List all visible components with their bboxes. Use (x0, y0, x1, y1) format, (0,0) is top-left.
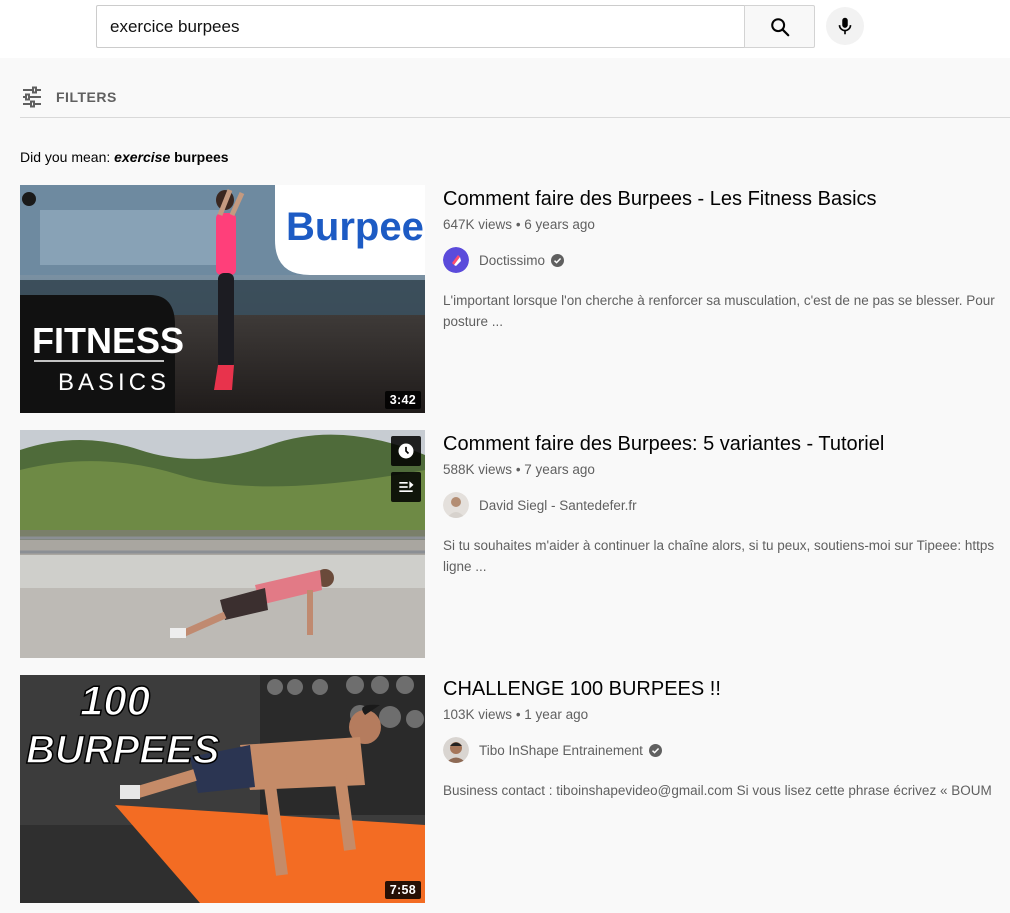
video-meta: Comment faire des Burpees - Les Fitness … (443, 185, 1010, 413)
video-description: Si tu souhaites m'aider à continuer la c… (443, 535, 1010, 577)
upload-age: 6 years ago (524, 217, 595, 232)
channel-name: Doctissimo (479, 252, 546, 268)
masthead (0, 0, 1010, 58)
filters-button[interactable]: FILTERS (20, 84, 117, 110)
filters-divider (20, 117, 1010, 118)
video-meta: Comment faire des Burpees: 5 variantes -… (443, 430, 1010, 658)
description-line: ligne ... (443, 559, 487, 574)
channel-avatar (443, 492, 469, 518)
description-line: Si tu souhaites m'aider à continuer la c… (443, 538, 995, 553)
video-thumbnail[interactable]: 100 BURPEES 7:58 (20, 675, 425, 903)
channel-avatar (443, 737, 469, 763)
search-icon (770, 17, 789, 36)
did-you-mean: Did you mean: exercise burpees (20, 149, 229, 165)
did-you-mean-suggestion[interactable]: exercise burpees (114, 149, 228, 165)
channel-link[interactable]: David Siegl - Santedefer.fr (443, 492, 637, 518)
video-title[interactable]: CHALLENGE 100 BURPEES !! (443, 678, 721, 701)
did-you-mean-prefix: Did you mean: (20, 149, 111, 165)
verified-badge-icon (551, 253, 565, 267)
watch-later-clock-icon (398, 443, 414, 459)
suggestion-rest: burpees (174, 149, 229, 165)
search-button[interactable] (744, 5, 815, 48)
thumb-line1-text: 100 (80, 677, 150, 724)
thumbnail-image (20, 430, 425, 658)
video-stats: 103K views • 1 year ago (443, 707, 588, 722)
upload-age: 7 years ago (524, 462, 595, 477)
video-result: Burpees FITNESS BASICS 3:42 Comment fair… (20, 185, 1010, 413)
description-line: Business contact : tiboinshapevideo@gmai… (443, 783, 992, 798)
video-thumbnail[interactable]: Burpees FITNESS BASICS 3:42 (20, 185, 425, 413)
video-thumbnail[interactable] (20, 430, 425, 658)
search-input[interactable] (97, 6, 744, 47)
channel-link[interactable]: Tibo InShape Entrainement (443, 737, 662, 763)
microphone-icon (838, 17, 852, 35)
view-count: 103K views (443, 707, 513, 722)
upload-age: 1 year ago (524, 707, 589, 722)
video-description: L'important lorsque l'on cherche à renfo… (443, 290, 1010, 332)
description-line: L'important lorsque l'on cherche à renfo… (443, 293, 995, 308)
video-stats: 647K views • 6 years ago (443, 217, 595, 232)
add-to-queue-icon (399, 481, 414, 492)
add-to-queue-button[interactable] (391, 472, 421, 502)
video-title[interactable]: Comment faire des Burpees - Les Fitness … (443, 188, 877, 211)
video-result: Comment faire des Burpees: 5 variantes -… (20, 430, 1010, 658)
thumb-line2-text: BURPEES (26, 728, 220, 772)
thumb-line1-text: FITNESS (32, 320, 184, 361)
video-meta: CHALLENGE 100 BURPEES !! 103K views • 1 … (443, 675, 1010, 903)
watch-later-button[interactable] (391, 436, 421, 466)
thumbnail-image: 100 BURPEES (20, 675, 425, 903)
video-stats: 588K views • 7 years ago (443, 462, 595, 477)
search-box[interactable] (96, 5, 744, 48)
view-count: 588K views (443, 462, 513, 477)
thumb-line2-text: BASICS (58, 369, 170, 396)
view-count: 647K views (443, 217, 513, 232)
video-duration: 3:42 (384, 391, 421, 409)
channel-link[interactable]: Doctissimo (443, 247, 565, 273)
video-title[interactable]: Comment faire des Burpees: 5 variantes -… (443, 433, 884, 456)
verified-badge-icon (648, 743, 662, 757)
channel-name: David Siegl - Santedefer.fr (479, 497, 637, 513)
thumbnail-image: Burpees FITNESS BASICS (20, 185, 425, 413)
channel-name: Tibo InShape Entrainement (479, 742, 643, 758)
voice-search-button[interactable] (826, 7, 864, 45)
channel-avatar (443, 247, 469, 273)
thumb-title-text: Burpees (286, 205, 425, 249)
filter-sliders-icon (23, 86, 41, 108)
video-duration: 7:58 (384, 881, 421, 899)
filters-label: FILTERS (56, 89, 117, 105)
video-result: 100 BURPEES 7:58 CHALLENGE 100 BURPEES !… (20, 675, 1010, 903)
video-description: Business contact : tiboinshapevideo@gmai… (443, 780, 1010, 801)
description-line: posture ... (443, 314, 504, 329)
suggestion-corrected-word: exercise (114, 149, 171, 165)
